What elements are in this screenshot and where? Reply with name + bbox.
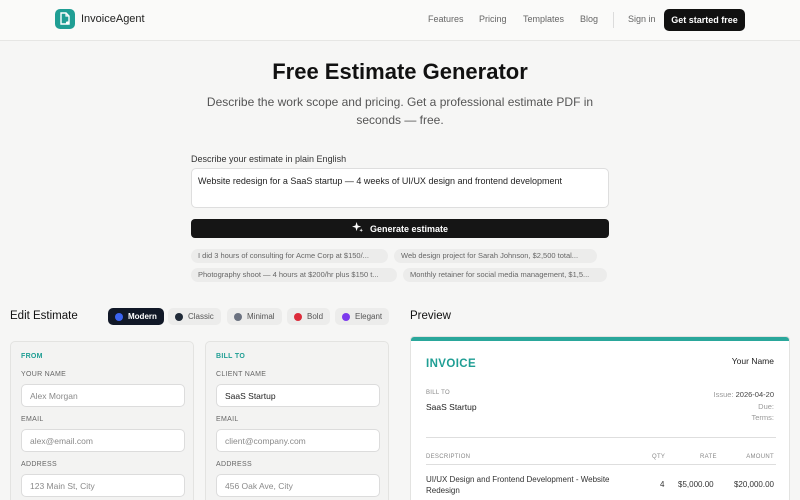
invoice-preview: INVOICE Your Name BILL TO SaaS Startup I… <box>410 336 790 500</box>
example-chip-retainer[interactable]: Monthly retainer for social media manage… <box>403 268 607 282</box>
line-item-amount: $20,000.00 <box>733 480 774 489</box>
template-color-dot <box>342 312 350 321</box>
client-email-input[interactable]: client@company.com <box>216 429 380 452</box>
line-item-qty: 4 <box>660 480 665 489</box>
bill-to-panel: BILL TO CLIENT NAME SaaS Startup EMAIL c… <box>205 341 389 500</box>
nav-divider <box>613 12 614 28</box>
template-color-dot <box>115 312 123 321</box>
invoice-terms-label: Terms: <box>751 413 775 422</box>
bill-to-heading: BILL TO <box>216 353 246 360</box>
template-color-dot <box>234 312 242 321</box>
issue-label: Issue: <box>713 390 734 399</box>
template-modern-button[interactable]: Modern <box>108 308 164 325</box>
sign-in-link[interactable]: Sign in <box>628 14 656 24</box>
template-color-dot <box>294 312 302 321</box>
from-address-label: ADDRESS <box>21 461 57 468</box>
your-name-input[interactable]: Alex Morgan <box>21 384 185 407</box>
template-label: Bold <box>307 312 324 321</box>
brand-name[interactable]: InvoiceAgent <box>81 13 145 25</box>
preview-title: Preview <box>410 310 451 322</box>
client-name-input[interactable]: SaaS Startup <box>216 384 380 407</box>
nav-link-blog[interactable]: Blog <box>580 14 598 24</box>
edit-estimate-title: Edit Estimate <box>10 310 78 322</box>
example-chip-consulting[interactable]: I did 3 hours of consulting for Acme Cor… <box>191 249 388 263</box>
client-name-label: CLIENT NAME <box>216 371 267 378</box>
template-color-dot <box>175 312 183 321</box>
invoice-divider <box>426 437 776 438</box>
from-email-label: EMAIL <box>21 416 44 423</box>
generate-estimate-button[interactable]: Generate estimate <box>191 219 609 238</box>
prompt-label: Describe your estimate in plain English <box>191 154 347 164</box>
line-item-description: UI/UX Design and Frontend Development - … <box>426 475 610 495</box>
your-name-label: YOUR NAME <box>21 371 67 378</box>
page-title: Free Estimate Generator <box>272 59 528 84</box>
client-address-label: ADDRESS <box>216 461 252 468</box>
from-address-input[interactable]: 123 Main St, City <box>21 474 185 497</box>
client-address-input[interactable]: 456 Oak Ave, City <box>216 474 380 497</box>
col-qty: QTY <box>652 454 666 460</box>
prompt-input[interactable]: Website redesign for a SaaS startup — 4 … <box>191 168 609 208</box>
logo-icon[interactable] <box>55 9 75 29</box>
nav-link-templates[interactable]: Templates <box>523 14 564 24</box>
col-description: DESCRIPTION <box>426 454 471 460</box>
nav-link-features[interactable]: Features <box>428 14 464 24</box>
template-label: Classic <box>188 312 214 321</box>
invoice-heading: INVOICE <box>426 358 477 370</box>
template-label: Elegant <box>355 312 383 321</box>
client-email-label: EMAIL <box>216 416 239 423</box>
sparkle-icon <box>351 222 363 235</box>
invoice-header-divider <box>426 464 776 465</box>
from-heading: FROM <box>21 353 43 360</box>
template-classic-button[interactable]: Classic <box>168 308 221 325</box>
template-bold-button[interactable]: Bold <box>287 308 331 325</box>
nav-link-pricing[interactable]: Pricing <box>479 14 507 24</box>
col-amount: AMOUNT <box>746 454 774 460</box>
issue-value: 2026-04-20 <box>735 390 774 399</box>
template-label: Modern <box>128 312 157 321</box>
example-chip-web-design[interactable]: Web design project for Sarah Johnson, $2… <box>394 249 597 263</box>
get-started-button[interactable]: Get started free <box>664 9 745 31</box>
page-subtitle: Describe the work scope and pricing. Get… <box>206 95 594 127</box>
col-rate: RATE <box>700 454 717 460</box>
invoice-due-label: Due: <box>758 402 774 411</box>
template-elegant-button[interactable]: Elegant <box>335 308 390 325</box>
generate-estimate-label: Generate estimate <box>369 223 449 234</box>
invoice-sender-name: Your Name <box>731 356 774 366</box>
from-email-input[interactable]: alex@email.com <box>21 429 185 452</box>
invoice-issue-date: Issue: 2026-04-20 <box>714 390 774 399</box>
template-label: Minimal <box>247 312 275 321</box>
line-item-rate: $5,000.00 <box>678 480 714 489</box>
from-panel: FROM YOUR NAME Alex Morgan EMAIL alex@em… <box>10 341 194 500</box>
example-chip-photography[interactable]: Photography shoot — 4 hours at $200/hr p… <box>191 268 397 282</box>
top-nav: InvoiceAgent Features Pricing Templates … <box>0 0 800 41</box>
template-minimal-button[interactable]: Minimal <box>227 308 282 325</box>
invoice-client-name: SaaS Startup <box>426 402 477 412</box>
invoice-accent-bar <box>411 337 789 341</box>
invoice-bill-to-label: BILL TO <box>426 390 451 396</box>
